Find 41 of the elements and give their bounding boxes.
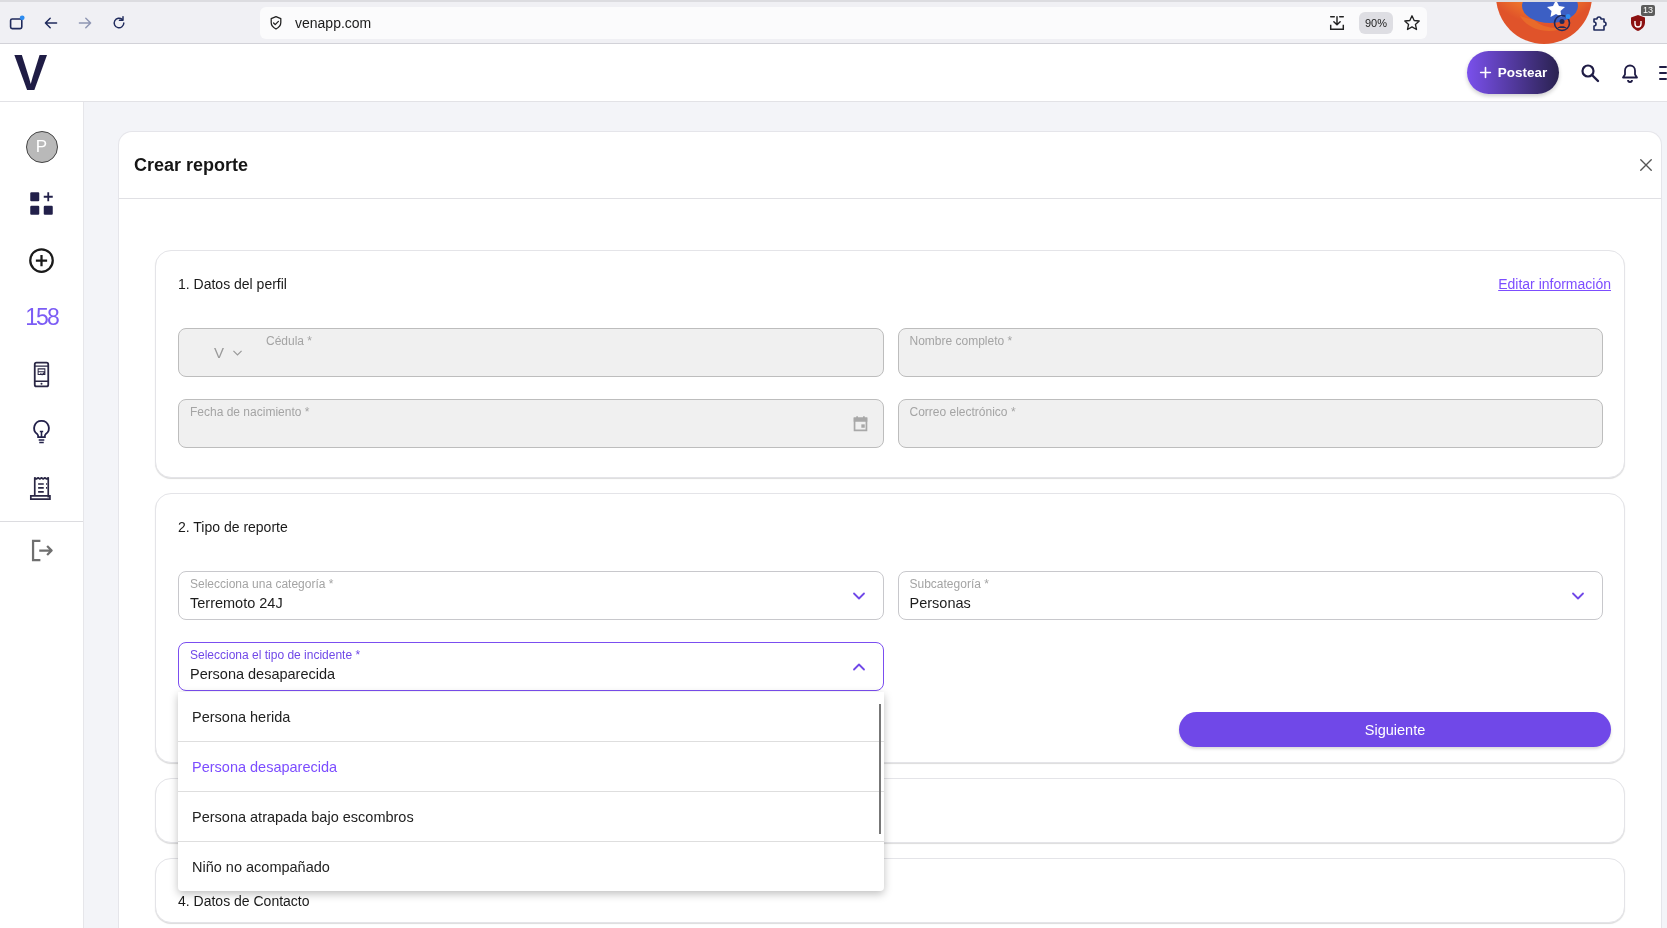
- select-field[interactable]: Selecciona el tipo de incidente * Persona desaparecida: [178, 642, 884, 691]
- dropdown-option[interactable]: Persona herida: [178, 692, 884, 741]
- post-button[interactable]: Postear: [1467, 51, 1559, 94]
- next-button[interactable]: Siguiente: [1179, 712, 1611, 747]
- edit-info-link[interactable]: Editar información: [1498, 276, 1611, 292]
- section-title: 4. Datos de Contacto: [178, 893, 310, 909]
- field-value: Terremoto 24J: [190, 594, 283, 612]
- field-value: Personas: [909, 594, 971, 612]
- section-title: 1. Datos del perfil: [178, 276, 287, 292]
- address-bar[interactable]: venapp.com 90%: [260, 6, 1427, 39]
- hotline-link[interactable]: 158: [25, 306, 58, 329]
- field-value: Persona desaparecida: [190, 665, 336, 683]
- bookmark-star-icon[interactable]: [1403, 13, 1421, 32]
- app-logo[interactable]: V: [14, 47, 48, 98]
- field-label: Fecha de nacimiento *: [190, 405, 310, 419]
- url-text: venapp.com: [295, 14, 372, 31]
- select-field[interactable]: Selecciona una categoría * Terremoto 24J: [178, 571, 884, 620]
- field-label: Cédula *: [266, 334, 313, 348]
- select-field[interactable]: Subcategoría * Personas: [897, 571, 1603, 620]
- download-icon[interactable]: [1328, 13, 1346, 32]
- notification-bell-icon[interactable]: [1620, 62, 1640, 83]
- field-label: Correo electrónico *: [909, 405, 1016, 419]
- reload-icon[interactable]: [111, 14, 127, 31]
- close-icon[interactable]: [1639, 158, 1653, 172]
- tab-icon[interactable]: [9, 14, 25, 31]
- field-label: Selecciona el tipo de incidente *: [190, 648, 361, 662]
- field-label: Nombre completo *: [909, 334, 1013, 348]
- add-circle-icon[interactable]: [28, 247, 55, 274]
- plus-icon: [1478, 66, 1492, 79]
- field-label: Subcategoría *: [909, 577, 989, 591]
- dialog-title: Crear reporte: [134, 154, 249, 176]
- search-icon[interactable]: [1580, 62, 1600, 83]
- shield-extension-icon[interactable]: [1628, 12, 1648, 33]
- scrollbar-thumb[interactable]: [878, 704, 881, 834]
- grid-add-icon[interactable]: [28, 190, 55, 217]
- shield-icon[interactable]: [268, 14, 284, 31]
- notification-count: 13: [1641, 4, 1655, 16]
- section-title: 2. Tipo de reporte: [178, 519, 288, 535]
- field-label: Selecciona una categoría *: [190, 577, 334, 591]
- profile-icon[interactable]: [1552, 12, 1572, 33]
- zoom-level-button[interactable]: 90%: [1359, 11, 1393, 34]
